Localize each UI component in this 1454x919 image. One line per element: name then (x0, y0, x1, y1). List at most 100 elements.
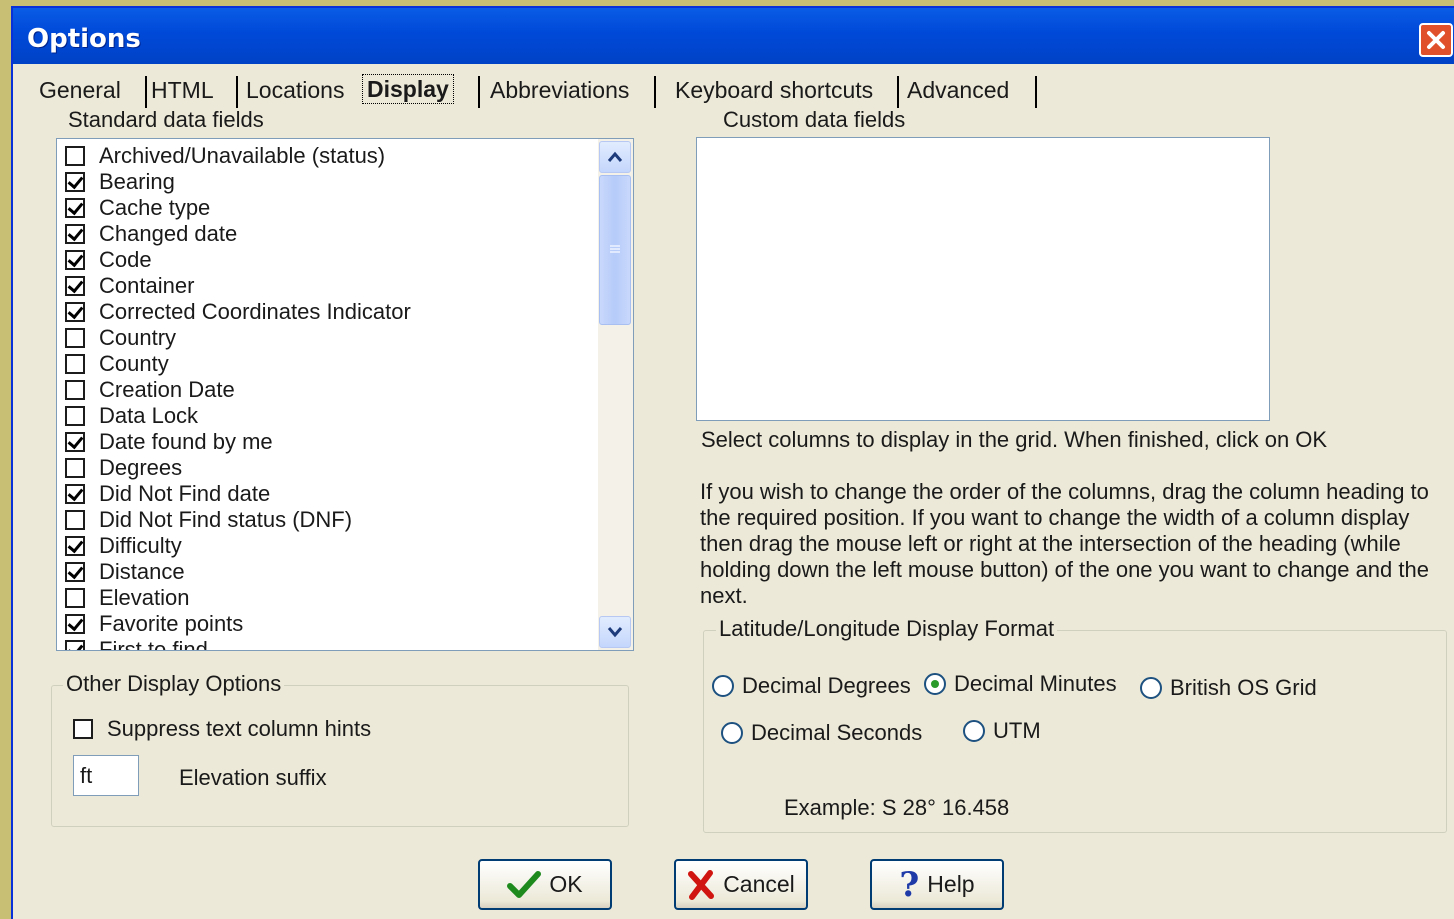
tab-separator (478, 76, 480, 108)
format-example: Example: S 28° 16.458 (784, 795, 1010, 820)
scroll-down-button[interactable] (599, 616, 631, 648)
checkbox[interactable] (65, 588, 85, 608)
standard-field-item[interactable]: Elevation (65, 585, 190, 611)
standard-field-item[interactable]: Difficulty (65, 533, 182, 559)
standard-field-label: Container (99, 273, 195, 298)
checkbox[interactable] (65, 536, 85, 556)
checkbox[interactable] (65, 484, 85, 504)
close-button[interactable] (1419, 23, 1453, 57)
checkbox[interactable] (65, 432, 85, 452)
standard-fields-list[interactable]: Archived/Unavailable (status) Bearing Cach… (56, 138, 634, 651)
checkbox[interactable] (65, 380, 85, 400)
tab-locations[interactable]: Locations (246, 72, 344, 108)
tab-separator (1035, 76, 1037, 108)
checkbox[interactable] (65, 146, 85, 166)
standard-field-item[interactable]: Did Not Find date (65, 481, 270, 507)
checkbox[interactable] (65, 562, 85, 582)
checkbox[interactable] (65, 224, 85, 244)
radio-label: Decimal Degrees (742, 673, 911, 698)
suppress-hints-checkbox[interactable]: Suppress text column hints (73, 716, 371, 742)
elevation-suffix-label: Elevation suffix (179, 765, 327, 790)
radio-button[interactable] (712, 675, 734, 697)
options-dialog: Options General HTML Locations Display A… (11, 6, 1454, 919)
checkbox[interactable] (65, 172, 85, 192)
standard-field-item[interactable]: Degrees (65, 455, 182, 481)
standard-field-item[interactable]: Did Not Find status (DNF) (65, 507, 352, 533)
standard-field-label: Difficulty (99, 533, 182, 558)
checkbox[interactable] (65, 302, 85, 322)
standard-field-label: Date found by me (99, 429, 273, 454)
cancel-label: Cancel (723, 871, 795, 897)
question-mark-icon: ? (899, 864, 920, 905)
window-title: Options (27, 24, 141, 54)
checkbox[interactable] (65, 328, 85, 348)
standard-field-item[interactable]: Cache type (65, 195, 210, 221)
standard-field-item[interactable]: Distance (65, 559, 185, 585)
tab-general[interactable]: General (39, 72, 121, 108)
close-icon (1427, 31, 1445, 49)
scroll-thumb[interactable] (599, 175, 631, 325)
standard-field-item[interactable]: Date found by me (65, 429, 273, 455)
standard-field-item[interactable]: Archived/Unavailable (status) (65, 143, 385, 169)
tab-abbreviations[interactable]: Abbreviations (490, 72, 629, 108)
checkbox[interactable] (73, 719, 93, 739)
column-order-help-text: If you wish to change the order of the c… (700, 479, 1429, 608)
checkbox[interactable] (65, 198, 85, 218)
standard-field-label: Bearing (99, 169, 175, 194)
standard-field-item[interactable]: Changed date (65, 221, 237, 247)
checkbox[interactable] (65, 510, 85, 530)
list-scrollbar[interactable] (598, 139, 633, 650)
title-bar[interactable]: Options (13, 8, 1454, 64)
tab-html[interactable]: HTML (151, 72, 214, 108)
radio-decimal-minutes[interactable]: Decimal Minutes (924, 671, 1117, 697)
checkbox[interactable] (65, 640, 85, 650)
radio-british-os-grid[interactable]: British OS Grid (1140, 675, 1317, 701)
elevation-suffix-input[interactable] (73, 755, 139, 796)
radio-decimal-degrees[interactable]: Decimal Degrees (712, 673, 911, 699)
tab-advanced[interactable]: Advanced (907, 72, 1009, 108)
standard-field-item[interactable]: Container (65, 273, 194, 299)
custom-fields-label: Custom data fields (723, 107, 906, 132)
tab-strip: General HTML Locations Display Abbreviat… (27, 72, 1447, 108)
radio-button[interactable] (963, 720, 985, 742)
standard-field-item[interactable]: County (65, 351, 169, 377)
radio-button[interactable] (1140, 677, 1162, 699)
checkbox[interactable] (65, 614, 85, 634)
grip-icon (610, 245, 620, 253)
standard-field-item[interactable]: First to find (65, 637, 208, 650)
standard-field-label: Creation Date (99, 377, 235, 402)
help-label: Help (927, 871, 975, 897)
standard-field-item[interactable]: Country (65, 325, 176, 351)
latlon-format-group: Latitude/Longitude Display Format Decima… (703, 616, 1447, 833)
checkbox[interactable] (65, 406, 85, 426)
ok-button[interactable]: OK (478, 859, 612, 910)
other-display-options-group: Other Display Options Suppress text colu… (51, 671, 629, 827)
checkbox[interactable] (65, 458, 85, 478)
cancel-button[interactable]: Cancel (674, 859, 808, 910)
tab-keyboard-shortcuts[interactable]: Keyboard shortcuts (675, 72, 873, 108)
radio-label: Decimal Seconds (751, 720, 923, 745)
standard-field-item[interactable]: Creation Date (65, 377, 235, 403)
checkbox[interactable] (65, 250, 85, 270)
help-button[interactable]: ? Help (870, 859, 1004, 910)
radio-decimal-seconds[interactable]: Decimal Seconds (721, 720, 922, 746)
custom-fields-list[interactable] (696, 137, 1270, 421)
standard-field-item[interactable]: Favorite points (65, 611, 243, 637)
standard-field-label: Code (99, 247, 152, 272)
standard-field-label: Distance (99, 559, 185, 584)
standard-field-label: County (99, 351, 169, 376)
standard-field-item[interactable]: Data Lock (65, 403, 198, 429)
radio-label: UTM (993, 718, 1041, 743)
standard-field-item[interactable]: Bearing (65, 169, 175, 195)
checkbox[interactable] (65, 354, 85, 374)
radio-button[interactable] (721, 722, 743, 744)
tab-display[interactable]: Display (362, 74, 454, 104)
chevron-down-icon (607, 627, 623, 638)
standard-field-label: Data Lock (99, 403, 199, 428)
scroll-up-button[interactable] (599, 141, 631, 173)
checkbox[interactable] (65, 276, 85, 296)
radio-button[interactable] (924, 673, 946, 695)
standard-field-item[interactable]: Corrected Coordinates Indicator (65, 299, 411, 325)
standard-field-item[interactable]: Code (65, 247, 152, 273)
radio-utm[interactable]: UTM (963, 718, 1041, 744)
